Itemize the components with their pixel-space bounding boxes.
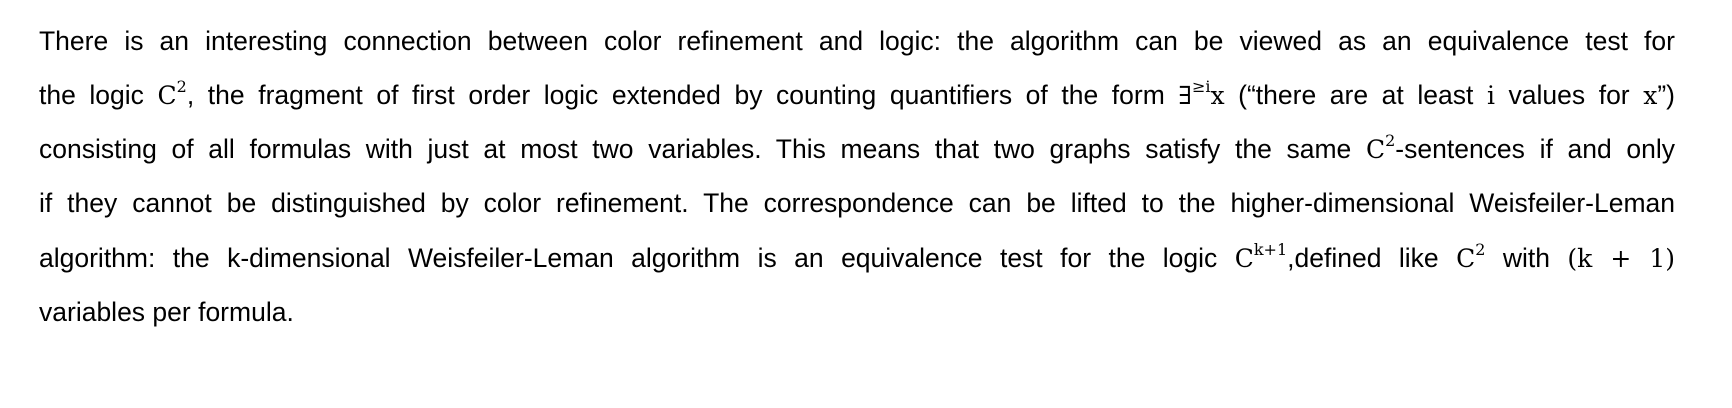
math-logic-c2: C2 [1456,241,1485,273]
paragraph-line-4: if they cannot be distinguished by color… [39,188,1675,218]
math-symbol: ∃ [1178,81,1192,110]
text-segment: ”) [1657,80,1675,110]
text-segment: the logic [39,80,158,110]
text-segment: values for [1494,80,1644,110]
math-variable-x: x [1643,81,1658,110]
math-variable: x [1210,81,1225,110]
paragraph-line-2: the logic C2, the fragment of first orde… [39,78,1675,110]
math-logic-c2: C2 [1365,132,1395,164]
math-superscript: ≥i [1191,76,1211,96]
document-page: There is an interesting connection betwe… [0,0,1732,408]
text-segment: -sentences if and only [1395,134,1676,164]
math-variable-i: i [1486,81,1495,110]
math-symbol: C [1456,244,1476,273]
text-segment: ,defined like [1287,243,1457,273]
math-logic-c2: C2 [157,78,187,110]
text-segment: , the fragment of first order logic exte… [186,80,1179,110]
text-segment: (“there are at least [1224,80,1487,110]
text-segment: with [1485,243,1568,273]
math-symbol: C [157,81,177,110]
paragraph-line-6: variables per formula. [39,297,294,327]
math-superscript: k+1 [1253,239,1288,259]
math-logic-ck1: Ck+1 [1234,241,1287,273]
math-k-plus-one: (k + 1) [1567,244,1675,273]
text-segment: algorithm: the k-dimensional Weisfeiler-… [39,243,1235,273]
math-superscript: 2 [176,76,187,96]
math-symbol: C [1365,135,1386,164]
math-superscript: 2 [1475,239,1486,259]
math-symbol: C [1234,244,1254,273]
math-counting-quantifier: ∃≥ix [1178,78,1225,110]
math-superscript: 2 [1385,130,1396,150]
paragraph-line-3: consisting of all formulas with just at … [39,132,1676,164]
paragraph-line-1: There is an interesting connection betwe… [39,26,1675,56]
text-segment: consisting of all formulas with just at … [39,134,1366,164]
paragraph-line-5: algorithm: the k-dimensional Weisfeiler-… [39,241,1675,273]
